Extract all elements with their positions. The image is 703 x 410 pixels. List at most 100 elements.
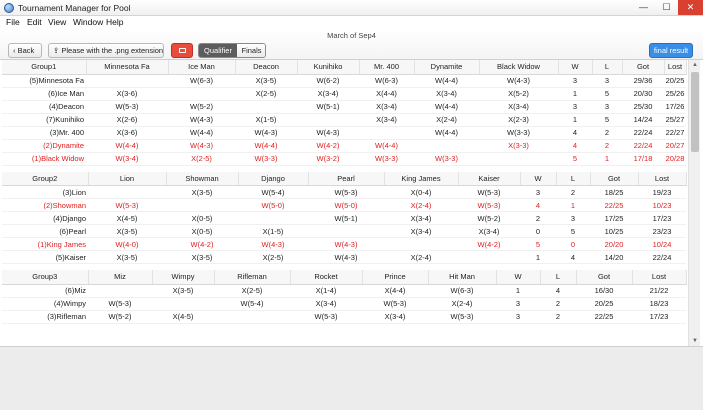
table-row[interactable]: (1)King James W(4-0) W(4-2) W(4-3) W(4-3) W(4… xyxy=(2,237,686,251)
table-row[interactable]: (2)Dynamite W(4-4) W(4-3) W(4-4) W(4-2) W(4-4… xyxy=(2,139,686,153)
scroll-down-icon[interactable]: ▼ xyxy=(689,336,701,346)
column-header[interactable]: Django xyxy=(238,171,309,186)
column-header[interactable]: Group3 xyxy=(2,270,89,285)
result-cell: 4 xyxy=(520,198,556,212)
scroll-thumb[interactable] xyxy=(691,72,699,152)
scroll-up-icon[interactable]: ▲ xyxy=(689,60,701,70)
table-row[interactable]: (6)Pearl X(3-5) X(0-5) X(1-5) X(3-4) X(3-4) 0 5… xyxy=(2,224,686,238)
result-cell: W(3-3) xyxy=(414,152,479,166)
column-header[interactable]: Lost xyxy=(664,60,687,75)
column-header[interactable]: Prince xyxy=(362,270,429,285)
table-row[interactable]: (2)Showman W(5-3) W(5-0) W(5-0) X(2-4) W(5-3)… xyxy=(2,198,686,212)
result-cell: X(0-5) xyxy=(166,224,238,238)
menu-edit[interactable]: Edit xyxy=(27,17,42,27)
table-row[interactable]: (3)Lion X(3-5) W(5-4) W(5-3) X(0-4) W(5-3) 3 2 1… xyxy=(2,185,686,199)
column-header[interactable]: W xyxy=(520,171,557,186)
result-cell: X(3-5) xyxy=(152,284,214,298)
column-header[interactable]: Group1 xyxy=(2,60,87,75)
maximize-button[interactable]: ☐ xyxy=(655,0,678,15)
back-button[interactable]: ‹ Back xyxy=(8,43,42,58)
result-cell xyxy=(152,297,214,311)
result-cell: W(5-4) xyxy=(214,297,290,311)
result-cell: 10/23 xyxy=(638,198,686,212)
result-cell: X(3-4) xyxy=(414,87,479,101)
tab-qualifier[interactable]: Qualifier xyxy=(199,44,237,57)
column-header[interactable]: Ice Man xyxy=(168,60,236,75)
tab-finals[interactable]: Finals xyxy=(237,44,265,57)
vertical-scrollbar[interactable]: ▲ ▼ xyxy=(688,60,700,346)
column-header[interactable]: King James xyxy=(384,171,459,186)
result-cell xyxy=(88,185,166,199)
column-header[interactable]: Got xyxy=(590,171,639,186)
empty-window-area xyxy=(0,346,703,410)
result-cell: 4 xyxy=(540,284,576,298)
result-cell: 0 xyxy=(556,237,590,251)
menu-file[interactable]: File xyxy=(6,17,20,27)
column-header[interactable]: Group2 xyxy=(2,171,89,186)
close-button[interactable]: ✕ xyxy=(678,0,703,15)
result-cell: 22/27 xyxy=(664,126,686,140)
player-name-cell: (4)Wimpy xyxy=(2,297,88,311)
result-cell: 22/24 xyxy=(622,126,664,140)
column-header[interactable]: Wimpy xyxy=(152,270,215,285)
column-header[interactable]: Hit Man xyxy=(428,270,497,285)
table-row[interactable]: (1)Black Widow W(3-4) X(2-5) W(3-3) W(3-2) W(… xyxy=(2,152,686,166)
player-name-cell: (3)Mr. 400 xyxy=(2,126,86,140)
result-cell: W(5-3) xyxy=(290,310,362,324)
result-cell: W(4-0) xyxy=(88,237,166,251)
result-cell: X(3-4) xyxy=(362,310,428,324)
result-cell: W(4-4) xyxy=(168,126,235,140)
result-cell: W(5-3) xyxy=(88,297,152,311)
column-header[interactable]: Dynamite xyxy=(414,60,480,75)
column-header[interactable]: Kaiser xyxy=(458,171,521,186)
column-header[interactable]: Got xyxy=(622,60,665,75)
result-cell: W(6-3) xyxy=(428,284,496,298)
column-header[interactable]: W xyxy=(496,270,541,285)
minimize-button[interactable]: — xyxy=(632,0,655,15)
table-row[interactable]: (3)Mr. 400 X(3-6) W(4-4) W(4-3) W(4-3) W(4-4)… xyxy=(2,126,686,140)
table-row[interactable]: (3)Rifleman W(5-2) X(4-5) W(5-3) X(3-4) W(5-3… xyxy=(2,310,686,324)
column-header[interactable]: Lost xyxy=(638,171,687,186)
result-cell: W(5-3) xyxy=(458,185,520,199)
table-row[interactable]: (6)Ice Man X(3-6) X(2-5) X(3-4) X(4-4) X(3-4)… xyxy=(2,87,686,101)
table-row[interactable]: (4)Deacon W(5-3) W(5-2) W(5-1) X(3-4) W(4-4) X… xyxy=(2,100,686,114)
column-header[interactable]: L xyxy=(592,60,623,75)
menu-window[interactable]: Window xyxy=(73,17,103,27)
final-result-button[interactable]: final result xyxy=(649,43,693,58)
menu-help[interactable]: Help xyxy=(106,17,123,27)
column-header[interactable]: Rifleman xyxy=(214,270,291,285)
delete-button[interactable] xyxy=(171,43,193,58)
result-cell: 23/23 xyxy=(638,224,686,238)
table-row[interactable]: (7)Kunihiko X(2-6) W(4-3) X(1-5) X(3-4) X(2-4… xyxy=(2,113,686,127)
result-cell: 2 xyxy=(520,211,556,225)
table-row[interactable]: (4)Django X(4-5) X(0-5) W(5-1) X(3-4) W(5-2) 2… xyxy=(2,211,686,225)
result-cell: X(4-5) xyxy=(88,211,166,225)
column-header[interactable]: W xyxy=(558,60,593,75)
table-row[interactable]: (5)Kaiser X(3-5) X(3-5) X(2-5) W(4-3) X(2-4) 1… xyxy=(2,250,686,264)
result-cell: 25/26 xyxy=(664,87,686,101)
column-header[interactable]: Deacon xyxy=(235,60,298,75)
column-header[interactable]: Miz xyxy=(88,270,153,285)
column-header[interactable]: Lion xyxy=(88,171,167,186)
column-header[interactable]: Rocket xyxy=(290,270,363,285)
column-header[interactable]: Minnesota Fa xyxy=(86,60,169,75)
column-header[interactable]: L xyxy=(540,270,577,285)
table-row[interactable]: (6)Miz X(3-5) X(2-5) X(1-4) X(4-4) W(6-3) 1 4 16… xyxy=(2,284,686,298)
column-header[interactable]: Pearl xyxy=(308,171,385,186)
result-cell: W(5-3) xyxy=(86,100,168,114)
column-header[interactable]: Showman xyxy=(166,171,239,186)
table-row[interactable]: (4)Wimpy W(5-3) W(5-4) X(3-4) W(5-3) X(2-4) 3 2… xyxy=(2,297,686,311)
column-header[interactable]: Kunihiko xyxy=(297,60,360,75)
save-png-button[interactable]: ⇪ Please with the .png extension xyxy=(48,43,164,58)
menu-view[interactable]: View xyxy=(48,17,66,27)
result-cell: 29/36 xyxy=(622,74,664,88)
column-header[interactable]: Black Widow xyxy=(479,60,559,75)
result-cell: 20/20 xyxy=(590,237,638,251)
column-header[interactable]: Got xyxy=(576,270,633,285)
column-header[interactable]: Lost xyxy=(632,270,687,285)
result-cell: W(5-2) xyxy=(458,211,520,225)
table-row[interactable]: (5)Minnesota Fa W(6-3) X(3-5) W(6-2) W(6-3) W… xyxy=(2,74,686,88)
column-header[interactable]: Mr. 400 xyxy=(359,60,415,75)
column-header[interactable]: L xyxy=(556,171,591,186)
result-cell xyxy=(458,250,520,264)
